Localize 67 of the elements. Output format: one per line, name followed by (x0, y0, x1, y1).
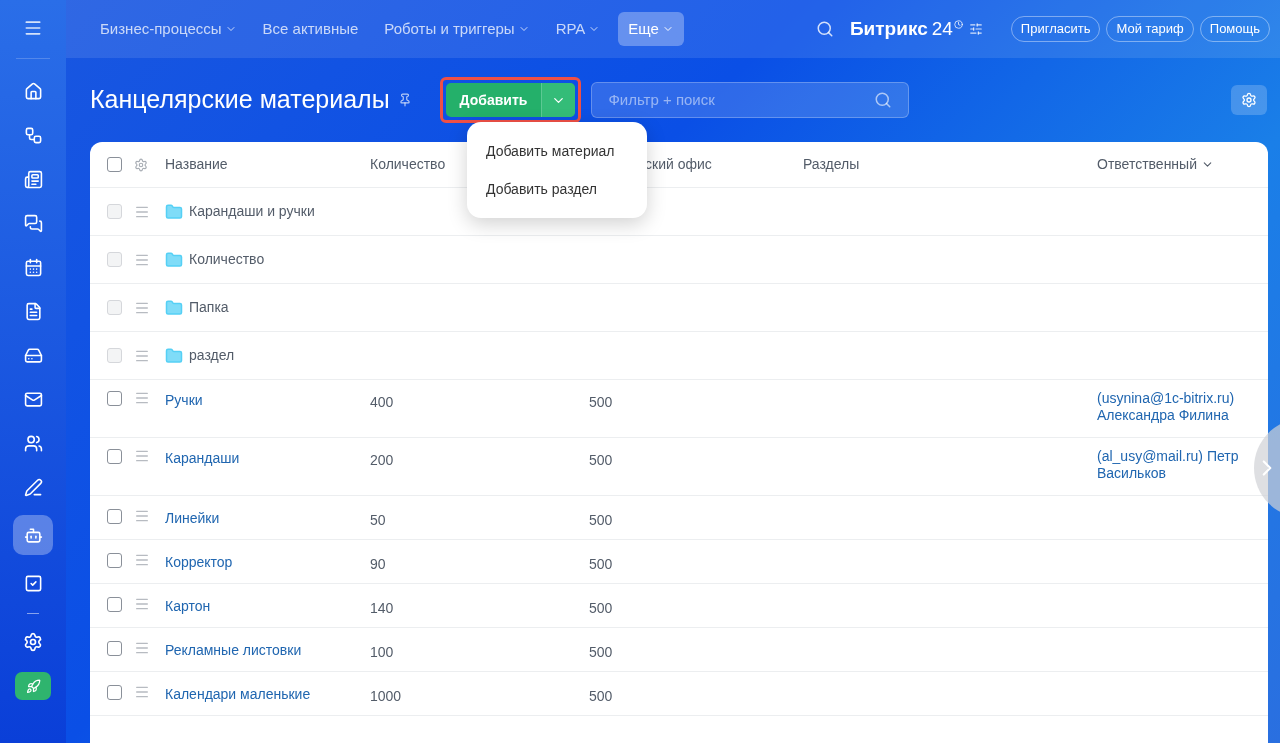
column-header[interactable]: Название (165, 154, 228, 175)
drag-handle-icon[interactable] (134, 448, 150, 464)
table-cell: 500 (589, 688, 613, 704)
page-title: Канцелярские материалы (90, 84, 390, 116)
row-checkbox[interactable] (107, 508, 122, 524)
table-cell: 200 (370, 452, 394, 468)
menu-item[interactable]: Добавить материал (467, 132, 647, 170)
menu-icon[interactable] (23, 18, 43, 38)
select-all-checkbox[interactable] (107, 157, 122, 172)
folder-icon (165, 346, 183, 365)
table-cell: 50 (370, 512, 386, 528)
item-link[interactable]: Рекламные листовки (165, 640, 302, 661)
caret-icon[interactable] (541, 83, 576, 117)
folder-icon (165, 298, 183, 317)
brand-logo: Битрикс 24 (849, 16, 953, 41)
search-icon[interactable] (874, 91, 893, 109)
item-link[interactable]: Карандаши (165, 448, 240, 469)
table-cell: 500 (589, 394, 613, 410)
column-header[interactable]: Количество (370, 154, 446, 175)
item-link[interactable]: Картон (165, 596, 211, 617)
drag-handle-icon[interactable] (134, 596, 150, 612)
nav-tab[interactable]: Роботы и триггеры (374, 12, 540, 46)
table-cell: 1000 (370, 688, 402, 704)
nav-tab[interactable]: Все активные (252, 12, 369, 46)
folder-icon (165, 202, 183, 221)
drag-handle-icon[interactable] (134, 684, 150, 700)
search-input[interactable]: Фильтр + поиск (608, 88, 875, 112)
drag-handle-icon[interactable] (134, 640, 150, 656)
column-header[interactable]: Ответственный (1097, 154, 1214, 175)
search-icon[interactable] (815, 20, 834, 38)
row-checkbox[interactable] (107, 448, 122, 464)
item-link[interactable]: Календари маленькие (165, 684, 311, 705)
drag-handle-icon[interactable] (134, 390, 150, 406)
rocket-icon[interactable] (15, 672, 51, 700)
sliders-icon[interactable] (968, 22, 983, 36)
table-cell: 90 (370, 556, 386, 572)
table-cell: 500 (589, 512, 613, 528)
row-checkbox[interactable] (107, 390, 122, 406)
table-cell: 500 (589, 452, 613, 468)
row-checkbox[interactable] (107, 640, 122, 656)
nav-tab[interactable]: Бизнес-процессы (90, 12, 247, 46)
table-cell: 400 (370, 394, 394, 410)
gear-icon (1241, 92, 1257, 108)
item-link[interactable]: Корректор (165, 552, 233, 573)
drag-handle-icon[interactable] (134, 552, 150, 568)
drag-handle-icon[interactable] (134, 508, 150, 524)
table-cell: 500 (589, 556, 613, 572)
item-link[interactable]: Линейки (165, 508, 220, 529)
clock-icon (953, 20, 963, 29)
item-link[interactable]: Ручки (165, 390, 203, 411)
table-cell: 140 (370, 600, 394, 616)
table-cell: 500 (589, 600, 613, 616)
folder-icon (165, 250, 183, 269)
row-checkbox[interactable] (107, 552, 122, 568)
pin-icon[interactable] (397, 93, 412, 107)
search-box[interactable]: Фильтр + поиск (591, 82, 910, 118)
row-checkbox[interactable] (107, 684, 122, 700)
table-cell: 100 (370, 644, 394, 660)
nav-tab[interactable]: RPA (545, 12, 611, 46)
settings-button[interactable] (1231, 85, 1267, 115)
column-header[interactable]: Разделы (803, 154, 860, 175)
row-checkbox[interactable] (107, 596, 122, 612)
user-link[interactable]: (al_usy@mail.ru) Петр Васильков (1097, 448, 1250, 482)
robot-icon[interactable] (13, 515, 53, 555)
table-cell: 500 (589, 644, 613, 660)
menu-item[interactable]: Добавить раздел (467, 170, 647, 208)
user-link[interactable]: (usynina@1c-bitrix.ru) Александра Филина (1097, 390, 1250, 424)
